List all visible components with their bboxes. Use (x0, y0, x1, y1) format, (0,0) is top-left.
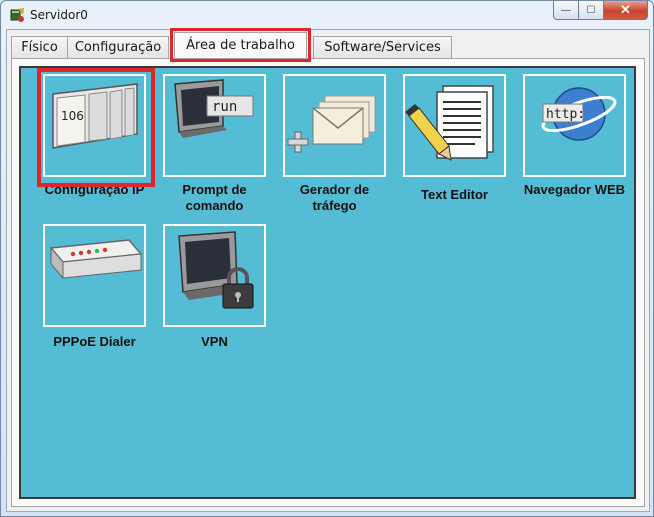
app-vpn[interactable]: VPN (163, 224, 266, 350)
server-window: Servidor0 — ☐ ✕ Físico Configuração Área… (0, 0, 654, 517)
web-browser-icon[interactable]: http: (523, 74, 626, 177)
app-command-prompt[interactable]: run Prompt de comando (163, 74, 266, 214)
app-label: PPPoE Dialer (53, 334, 136, 349)
app-text-editor[interactable]: Text Editor (403, 74, 506, 203)
tab-fisico[interactable]: Físico (11, 36, 68, 58)
command-prompt-screen-text: run (212, 99, 237, 115)
app-pppoe-dialer[interactable]: PPPoE Dialer (43, 224, 146, 350)
app-label: VPN (201, 334, 228, 349)
packet-tracer-server-icon (9, 7, 25, 23)
app-label: Navegador WEB (523, 182, 626, 197)
app-label: Text Editor (421, 187, 488, 202)
vpn-icon[interactable] (163, 224, 266, 327)
traffic-generator-icon[interactable] (283, 74, 386, 177)
window-title: Servidor0 (30, 8, 88, 22)
desktop-area: 106 Configuração IP run Prompt de comand… (19, 66, 636, 499)
pppoe-dialer-icon[interactable] (43, 224, 146, 327)
close-button[interactable]: ✕ (604, 1, 648, 20)
title-bar[interactable]: Servidor0 — ☐ ✕ (1, 1, 653, 29)
tab-area-de-trabalho[interactable]: Área de trabalho (170, 28, 311, 62)
maximize-button[interactable]: ☐ (579, 1, 604, 20)
tab-bar: Físico Configuração Área de trabalho Sof… (11, 28, 452, 62)
tab-software-services[interactable]: Software/Services (313, 36, 452, 58)
app-traffic-generator[interactable]: Gerador de tráfego (283, 74, 386, 214)
command-prompt-icon[interactable]: run (163, 74, 266, 177)
tab-content-panel: 106 Configuração IP run Prompt de comand… (11, 58, 645, 507)
text-editor-icon[interactable] (403, 74, 506, 177)
client-area: Físico Configuração Área de trabalho Sof… (6, 28, 650, 512)
web-browser-screen-text: http: (546, 107, 585, 122)
app-label: Prompt de comando (182, 182, 247, 213)
app-web-browser[interactable]: http: Navegador WEB (523, 74, 626, 198)
tab-configuracao[interactable]: Configuração (67, 36, 169, 58)
highlight-box (37, 68, 155, 187)
app-label: Gerador de tráfego (299, 182, 370, 213)
minimize-button[interactable]: — (553, 1, 579, 20)
